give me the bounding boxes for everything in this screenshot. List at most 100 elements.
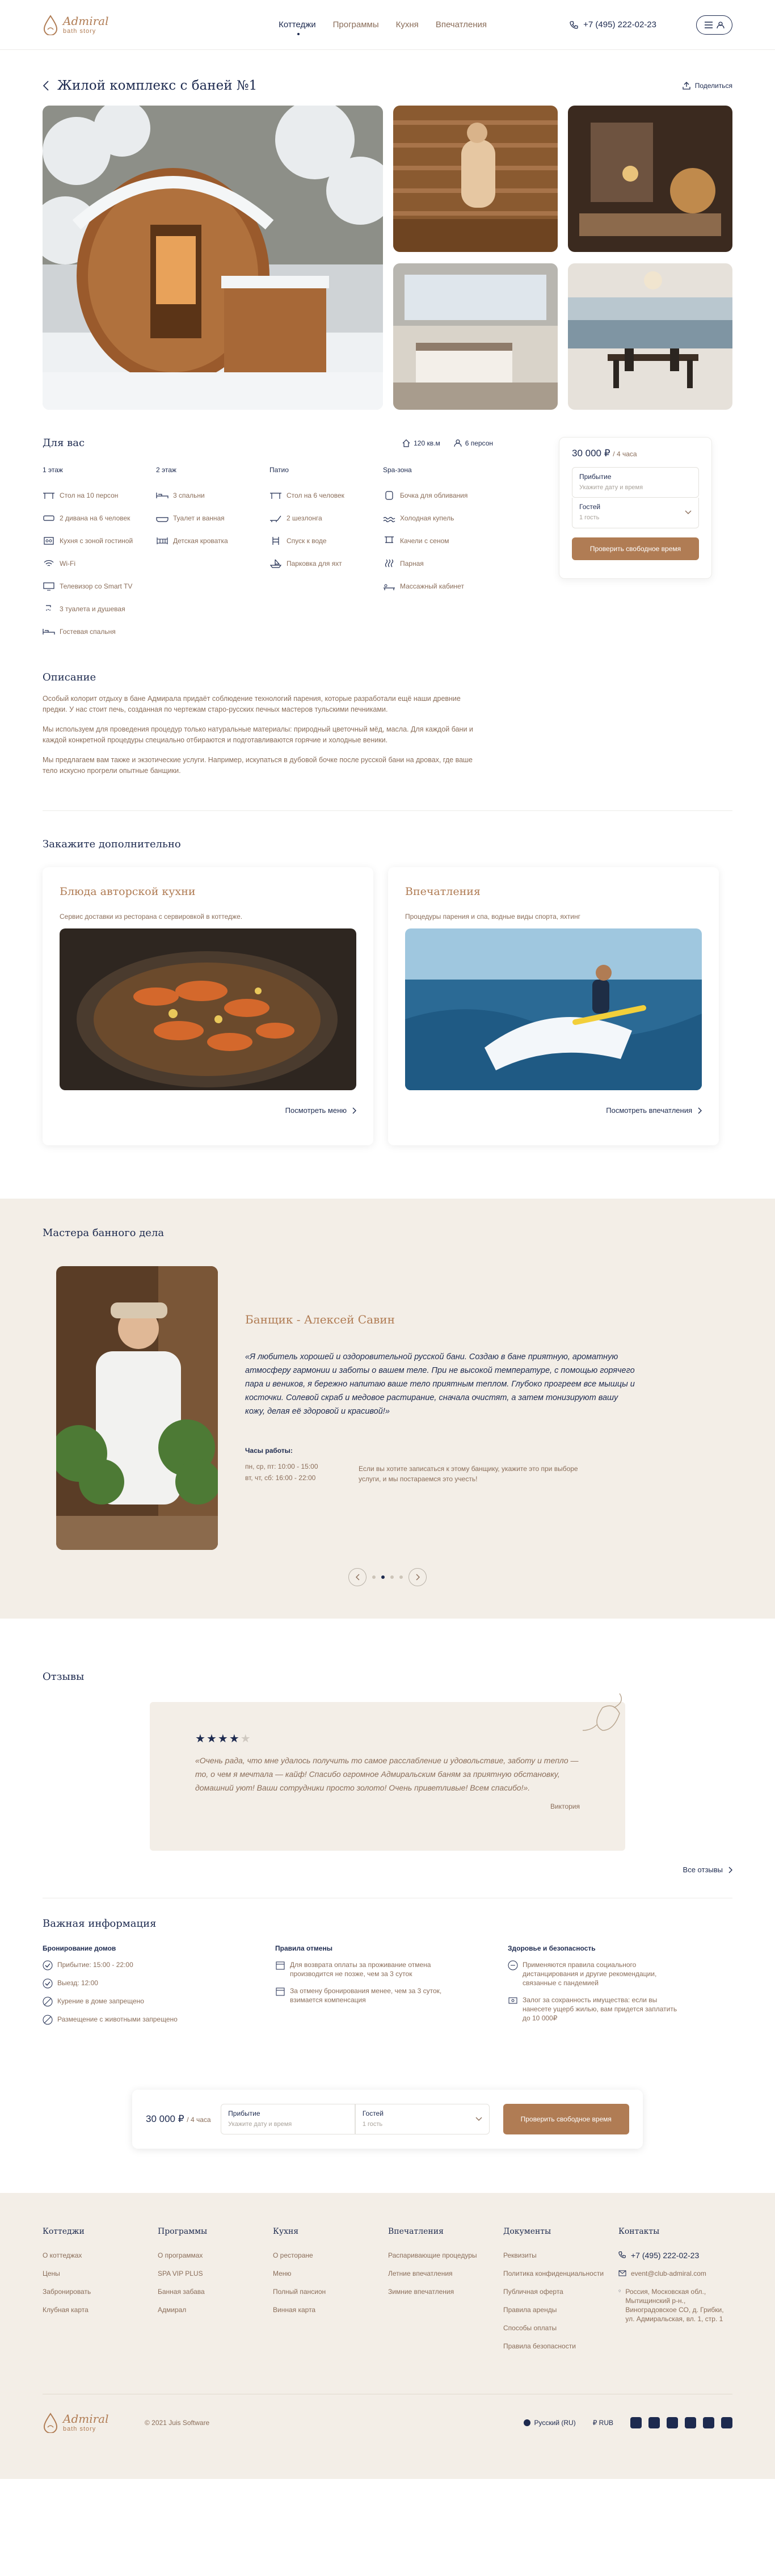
- see-menu-link[interactable]: Посмотреть меню: [60, 1106, 356, 1115]
- footer-link[interactable]: Публичная оферта: [503, 2287, 618, 2296]
- footer-head: Впечатления: [388, 2227, 444, 2236]
- persons-value: 6 персон: [465, 439, 493, 447]
- menu-button[interactable]: [696, 15, 732, 35]
- footer-link[interactable]: Зимние впечатления: [388, 2287, 503, 2296]
- check-availability-button[interactable]: Проверить свободное время: [503, 2104, 630, 2134]
- arrival-field[interactable]: Прибытие Укажите дату и время: [221, 2104, 355, 2134]
- arrival-label: Прибытие: [579, 473, 612, 481]
- footer-email[interactable]: event@club-admiral.com: [618, 2269, 732, 2278]
- carousel-dot[interactable]: [390, 1575, 394, 1579]
- guests-label: Гостей: [362, 2109, 384, 2117]
- info-text: Для возврата оплаты за проживание отмена…: [290, 1961, 431, 1978]
- footer-logo[interactable]: Admiral bath story: [43, 2413, 128, 2433]
- footer-link[interactable]: Меню: [273, 2269, 388, 2278]
- footer-link[interactable]: Способы оплаты: [503, 2323, 618, 2333]
- telegram-icon[interactable]: [685, 2417, 696, 2428]
- footer-link[interactable]: Политика конфиденциальности: [503, 2269, 618, 2278]
- instagram-icon[interactable]: [630, 2417, 642, 2428]
- youtube-icon[interactable]: [648, 2417, 660, 2428]
- footer-link[interactable]: Полный пансион: [273, 2287, 388, 2296]
- footer-link[interactable]: Цены: [43, 2269, 158, 2278]
- chevron-down-icon: [475, 2117, 482, 2121]
- amenity-label: Стол на 10 персон: [60, 491, 119, 499]
- kitchen-card[interactable]: Блюда авторской кухни Сервис доставки из…: [43, 867, 373, 1145]
- review-card: ★★★★★ «Очень рада, что мне удалось получ…: [150, 1693, 625, 1851]
- footer-head: Контакты: [618, 2227, 660, 2236]
- see-impressions-link[interactable]: Посмотреть впечатления: [405, 1106, 702, 1115]
- footer-address-text: Россия, Московская обл., Мытищинский р-н…: [625, 2288, 724, 2323]
- chevron-down-icon: [685, 510, 692, 514]
- footer-link[interactable]: Банная забава: [158, 2287, 273, 2296]
- description-title: Описание: [43, 671, 96, 683]
- footer-link[interactable]: Реквизиты: [503, 2251, 618, 2260]
- gallery-photo-4[interactable]: [393, 263, 558, 410]
- amenity-item: Гостевая спальня: [43, 620, 156, 643]
- vk-icon[interactable]: [721, 2417, 732, 2428]
- nav-impressions[interactable]: Впечатления: [436, 20, 487, 30]
- carousel-dot-active[interactable]: [381, 1575, 385, 1579]
- important-info-section: Важная информация Бронирование домов При…: [43, 1918, 732, 2033]
- all-reviews-link[interactable]: Все отзывы: [43, 1865, 732, 1874]
- footer-link[interactable]: Адмирал: [158, 2305, 273, 2314]
- info-text: Залог за сохранность имущества: если вы …: [523, 1996, 677, 2022]
- guests-field[interactable]: Гостей 1 гость: [572, 498, 699, 528]
- gallery-photo-2[interactable]: [393, 106, 558, 252]
- info-item: Выезд: 12:00: [43, 1978, 218, 1989]
- amenity-label: Бочка для обливания: [400, 491, 468, 499]
- important-title: Важная информация: [43, 1918, 157, 1930]
- nav-cottages[interactable]: Коттеджи: [279, 20, 316, 35]
- share-button[interactable]: Поделиться: [683, 82, 732, 90]
- footer-link[interactable]: SPA VIP PLUS: [158, 2269, 273, 2278]
- distance-icon: [508, 1960, 518, 1970]
- header-phone[interactable]: +7 (495) 222-02-23: [570, 20, 656, 30]
- footer-link[interactable]: Забронировать: [43, 2287, 158, 2296]
- order-section: Закажите дополнительно Блюда авторской к…: [43, 838, 732, 1145]
- footer-link[interactable]: Клубная карта: [43, 2305, 158, 2314]
- logo[interactable]: Admiral bath story: [43, 14, 128, 35]
- gallery-photo-3[interactable]: [568, 106, 732, 252]
- gallery-main-photo[interactable]: [43, 106, 383, 410]
- facebook-icon[interactable]: [703, 2417, 714, 2428]
- amenity-label: Качели с сеном: [400, 537, 449, 545]
- footer-phone[interactable]: +7 (495) 222-02-23: [618, 2251, 732, 2260]
- back-arrow-icon[interactable]: [43, 81, 49, 91]
- footer-link[interactable]: О программах: [158, 2251, 273, 2260]
- nav-programs[interactable]: Программы: [333, 20, 379, 30]
- globe-icon: [523, 2419, 530, 2426]
- amenities-floor-1: 1 этаж Стол на 10 персон 2 дивана на 6 ч…: [43, 466, 156, 643]
- main-nav: Коттеджи Программы Кухня Впечатления: [279, 20, 487, 35]
- yacht-icon: [269, 559, 282, 568]
- footer-link[interactable]: О ресторане: [273, 2251, 388, 2260]
- broom-illustration-icon: [582, 1693, 622, 1731]
- hours-line: пн, ср, пт: 10:00 - 15:00: [245, 1463, 318, 1470]
- whatsapp-icon[interactable]: [667, 2417, 678, 2428]
- user-icon: [717, 21, 725, 28]
- logo-title: Admiral: [63, 14, 109, 28]
- footer-link[interactable]: О коттеджах: [43, 2251, 158, 2260]
- carousel-dot[interactable]: [399, 1575, 403, 1579]
- carousel-prev-button[interactable]: [348, 1568, 367, 1586]
- wifi-icon: [44, 560, 54, 566]
- language-select[interactable]: Русский (RU): [523, 2419, 576, 2427]
- carousel-next-button[interactable]: [408, 1568, 427, 1586]
- footer-link[interactable]: Летние впечатления: [388, 2269, 503, 2278]
- footer-link[interactable]: Правила аренды: [503, 2305, 618, 2314]
- impressions-card[interactable]: Впечатления Процедуры парения и спа, вод…: [388, 867, 719, 1145]
- no-smoking-icon: [43, 1997, 53, 2007]
- currency-select[interactable]: ₽ RUB: [593, 2419, 613, 2427]
- footer-link[interactable]: Правила безопасности: [503, 2342, 618, 2351]
- guests-field[interactable]: Гостей 1 гость: [355, 2104, 490, 2134]
- carousel-controls: [43, 1568, 732, 1586]
- check-availability-button[interactable]: Проверить свободное время: [572, 537, 699, 560]
- footer-head: Программы: [158, 2227, 208, 2236]
- card-subtitle: Процедуры парения и спа, водные виды спо…: [405, 913, 580, 921]
- nav-kitchen[interactable]: Кухня: [396, 20, 419, 30]
- hours-label: Часы работы:: [245, 1447, 293, 1455]
- amenities-head: 1 этаж: [43, 466, 63, 474]
- footer-link[interactable]: Распаривающие процедуры: [388, 2251, 503, 2260]
- footer-link[interactable]: Винная карта: [273, 2305, 388, 2314]
- gallery-photo-5[interactable]: [568, 263, 732, 410]
- master-quote: «Я любитель хорошей и оздоровительной ру…: [245, 1352, 635, 1416]
- carousel-dot[interactable]: [372, 1575, 376, 1579]
- arrival-field[interactable]: Прибытие Укажите дату и время: [572, 467, 699, 498]
